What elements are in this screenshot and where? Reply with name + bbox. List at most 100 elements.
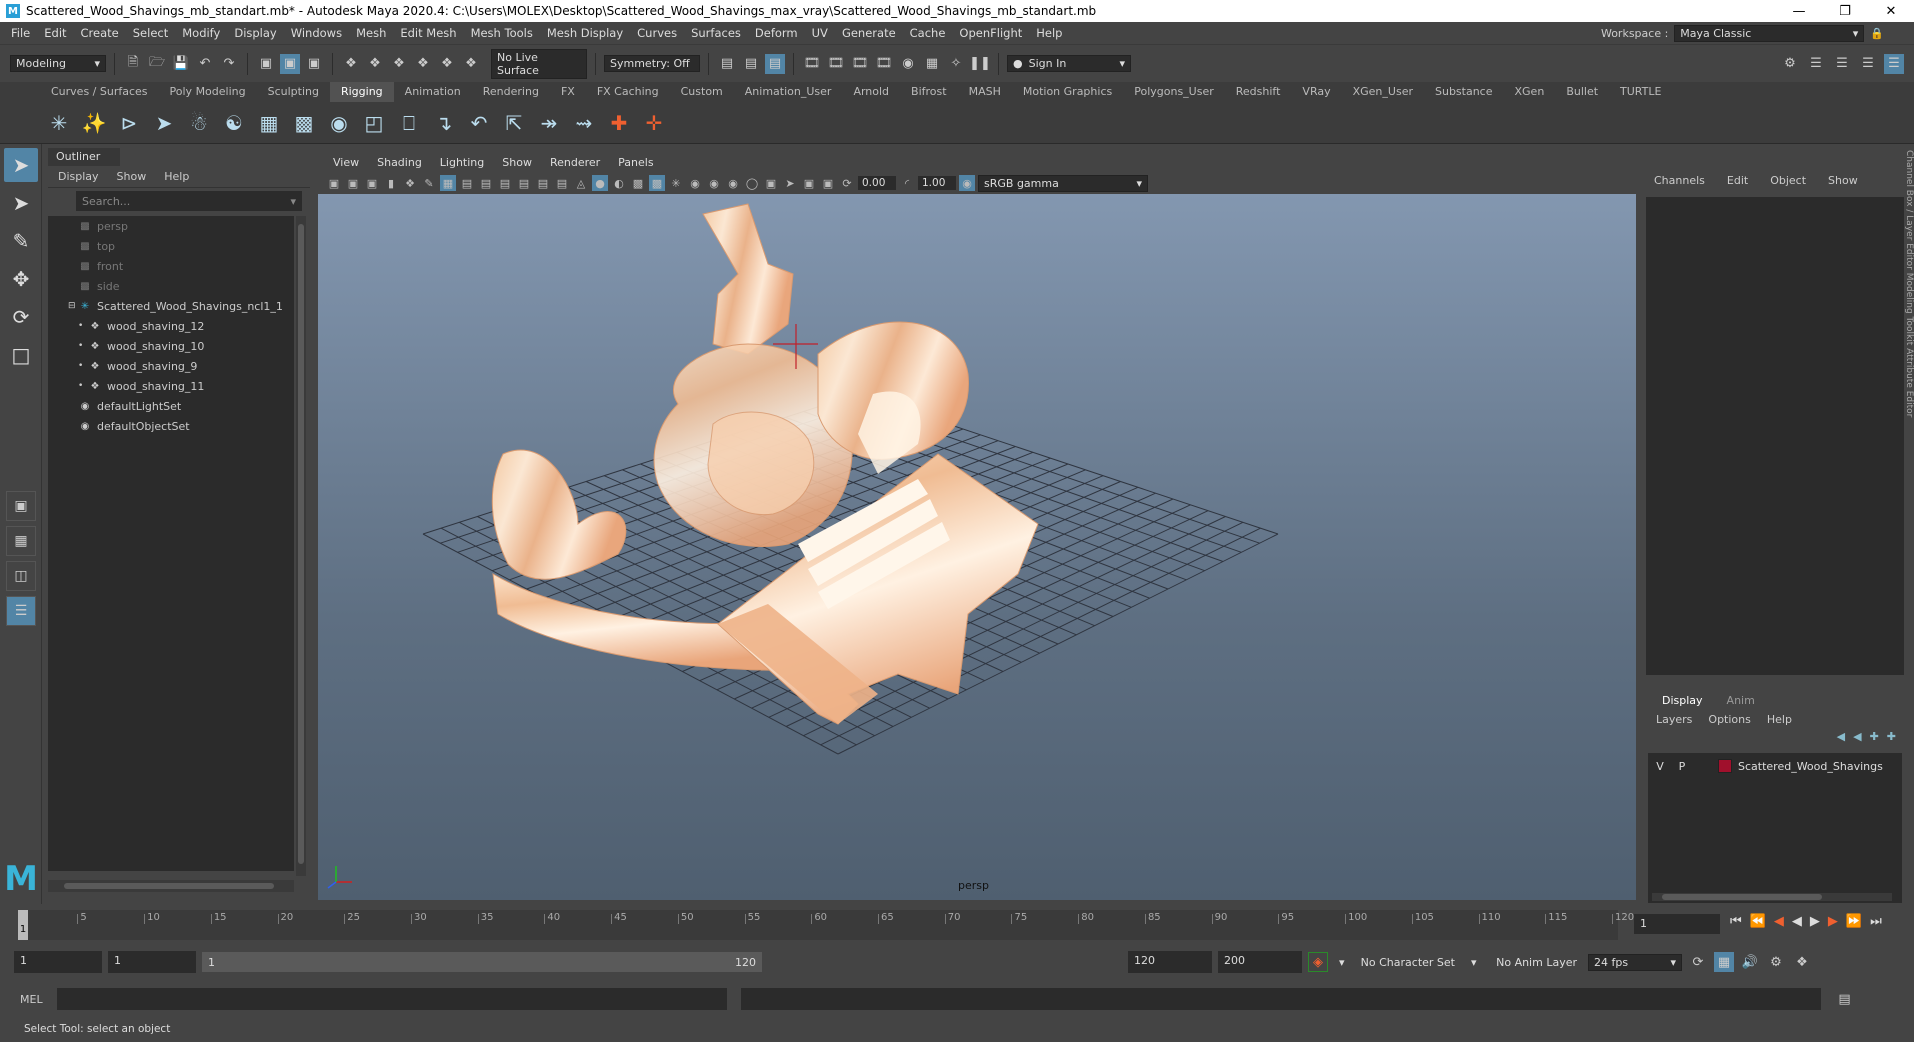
step-back-frame-icon[interactable]: ◀	[1774, 914, 1784, 929]
move-layer-down-icon[interactable]: ◀	[1853, 730, 1861, 743]
modeling-toolkit-icon[interactable]: ⚙	[1780, 54, 1800, 74]
point-constraint-icon[interactable]: ⎕	[396, 110, 422, 136]
shelf-tab[interactable]: VRay	[1291, 82, 1341, 102]
viewport-scene[interactable]	[318, 194, 1636, 900]
four-view-layout-icon[interactable]: ▦	[6, 526, 36, 556]
attribute-editor-icon[interactable]: ☰	[1832, 54, 1852, 74]
menu-item[interactable]: Surfaces	[684, 26, 748, 40]
shelf-tab[interactable]: Bifrost	[900, 82, 958, 102]
cache-playback-icon[interactable]: ▦	[1714, 952, 1734, 972]
playback-start-field[interactable]: 1	[108, 951, 196, 973]
play-forwards-icon[interactable]: ▶	[1810, 914, 1820, 929]
close-icon[interactable]: ✕	[1868, 4, 1914, 19]
mel-label[interactable]: MEL	[20, 993, 43, 1006]
step-forward-key-icon[interactable]: ⏩	[1846, 914, 1862, 929]
outliner-vertical-scrollbar[interactable]	[296, 216, 306, 876]
outliner-item[interactable]: ▩ side	[48, 276, 294, 296]
snap-to-point-icon[interactable]: ❖	[389, 54, 409, 74]
side-panel-tabs[interactable]: Channel Box / Layer Editor Modeling Tool…	[1904, 150, 1914, 550]
shelf-tab[interactable]: Poly Modeling	[159, 82, 257, 102]
outliner-menu-item[interactable]: Help	[164, 170, 189, 183]
step-back-key-icon[interactable]: ⏪	[1750, 914, 1766, 929]
layer-color-swatch[interactable]	[1718, 759, 1732, 773]
loop-playback-icon[interactable]: ⟳	[1688, 952, 1708, 972]
channel-box-menu-item[interactable]: Channels	[1654, 174, 1705, 187]
select-tool-icon[interactable]: ➤	[4, 148, 38, 182]
shelf-tab[interactable]: XGen	[1504, 82, 1556, 102]
depth-of-field-icon[interactable]: ◯	[744, 175, 760, 191]
gate-mask-icon[interactable]: ▤	[497, 175, 513, 191]
move-layer-up-icon[interactable]: ◀	[1837, 730, 1845, 743]
image-plane-icon[interactable]: ▮	[383, 175, 399, 191]
snap-to-grid-icon[interactable]: ❖	[341, 54, 361, 74]
shadows-icon[interactable]: ✳	[668, 175, 684, 191]
pause-viewport-icon[interactable]: ❚❚	[969, 54, 991, 74]
viewport-menu-item[interactable]: Renderer	[541, 156, 609, 169]
film-gate-icon[interactable]: ▤	[459, 175, 475, 191]
shelf-tab[interactable]: Animation	[394, 82, 472, 102]
channel-box-icon[interactable]: ☰	[1884, 53, 1904, 74]
wireframe-icon[interactable]: ◬	[573, 175, 589, 191]
locator-icon[interactable]: ✚	[606, 110, 632, 136]
redo-icon[interactable]: ↷	[219, 54, 239, 74]
time-slider-track[interactable]: 5 10 15 20 25 30 35 40 45 50 55 60 65 70 75 80 85 90 95 100…	[18, 910, 1634, 940]
orient-joint-icon[interactable]: ⊳	[116, 110, 142, 136]
safe-title-icon[interactable]: ▤	[554, 175, 570, 191]
shelf-tab[interactable]: Animation_User	[734, 82, 843, 102]
wireframe-on-shaded-icon[interactable]: ◐	[611, 175, 627, 191]
animation-end-field[interactable]: 200	[1218, 951, 1302, 973]
2d-pan-zoom-icon[interactable]: ❖	[402, 175, 418, 191]
time-slider[interactable]: 5 10 15 20 25 30 35 40 45 50 55 60 65 70 75 80 85 90 95 100…	[0, 906, 1914, 944]
motion-blur-icon[interactable]: ◉	[706, 175, 722, 191]
mirror-joints-icon[interactable]: ✨	[81, 110, 107, 136]
xray-joints-icon[interactable]: ▣	[801, 175, 817, 191]
channel-box-menu-item[interactable]: Show	[1828, 174, 1858, 187]
layer-tab-display[interactable]: Display	[1650, 692, 1715, 709]
shelf-tab[interactable]: Redshift	[1225, 82, 1292, 102]
outliner-item[interactable]: ▩ persp	[48, 216, 294, 236]
shelf-tab-active[interactable]: Rigging	[329, 82, 394, 102]
menu-item[interactable]: Cache	[903, 26, 953, 40]
exposure-field[interactable]: 0.00	[858, 176, 896, 190]
lasso-tool-icon[interactable]: ➤	[4, 186, 38, 220]
smooth-shade-icon[interactable]: ●	[592, 175, 608, 191]
output-ops-icon[interactable]: ▤	[765, 53, 785, 74]
outliner-item[interactable]: • ❖ wood_shaving_12	[48, 316, 294, 336]
shelf-tab[interactable]: Arnold	[842, 82, 900, 102]
select-by-object-icon[interactable]: ▣	[280, 53, 300, 74]
chevron-down-icon[interactable]: ▾	[290, 195, 296, 208]
layer-visibility-toggle[interactable]: V	[1652, 760, 1668, 773]
menu-item[interactable]: Help	[1029, 26, 1069, 40]
outliner-item[interactable]: ⊟ ✳ Scattered_Wood_Shavings_ncl1_1	[48, 296, 294, 316]
rotate-tool-icon[interactable]: ⟳	[4, 300, 38, 334]
shelf-tab[interactable]: MASH	[958, 82, 1012, 102]
new-scene-icon[interactable]: 🗎	[123, 54, 143, 74]
field-chart-icon[interactable]: ▤	[516, 175, 532, 191]
menu-item[interactable]: Select	[126, 26, 175, 40]
shelf-tab[interactable]: XGen_User	[1342, 82, 1424, 102]
animation-start-field[interactable]: 1	[14, 951, 102, 973]
shelf-tab[interactable]: Motion Graphics	[1012, 82, 1123, 102]
tool-settings-icon[interactable]: ☰	[1858, 54, 1878, 74]
safe-action-icon[interactable]: ▤	[535, 175, 551, 191]
minimize-icon[interactable]: —	[1776, 4, 1822, 19]
construction-history-icon[interactable]: ▤	[717, 54, 737, 74]
menu-item[interactable]: Windows	[284, 26, 349, 40]
outliner-horizontal-scrollbar[interactable]	[48, 880, 294, 892]
symmetry-dropdown[interactable]: Symmetry: Off	[604, 55, 700, 72]
anim-layer-dropdown[interactable]: ▾ No Anim Layer	[1466, 954, 1582, 970]
animation-preferences-icon[interactable]: ⚙	[1766, 952, 1786, 972]
anti-aliasing-icon[interactable]: ◉	[725, 175, 741, 191]
undo-icon[interactable]: ↶	[195, 54, 215, 74]
scale-tool-icon[interactable]: □	[4, 338, 38, 372]
outliner-search-input[interactable]: Search... ▾	[76, 191, 302, 211]
view-transform-dropdown[interactable]: sRGB gamma ▾	[978, 174, 1148, 192]
xray-active-icon[interactable]: ▣	[820, 175, 836, 191]
outliner-menu-item[interactable]: Show	[117, 170, 147, 183]
collapse-icon[interactable]: ⊟	[68, 301, 78, 311]
sound-icon[interactable]: 🔊	[1740, 952, 1760, 972]
channel-box-menu-item[interactable]: Edit	[1727, 174, 1748, 187]
layer-menu-item[interactable]: Layers	[1656, 713, 1692, 726]
snap-to-view-icon[interactable]: ❖	[413, 54, 433, 74]
open-scene-icon[interactable]: 🗁	[147, 54, 167, 74]
